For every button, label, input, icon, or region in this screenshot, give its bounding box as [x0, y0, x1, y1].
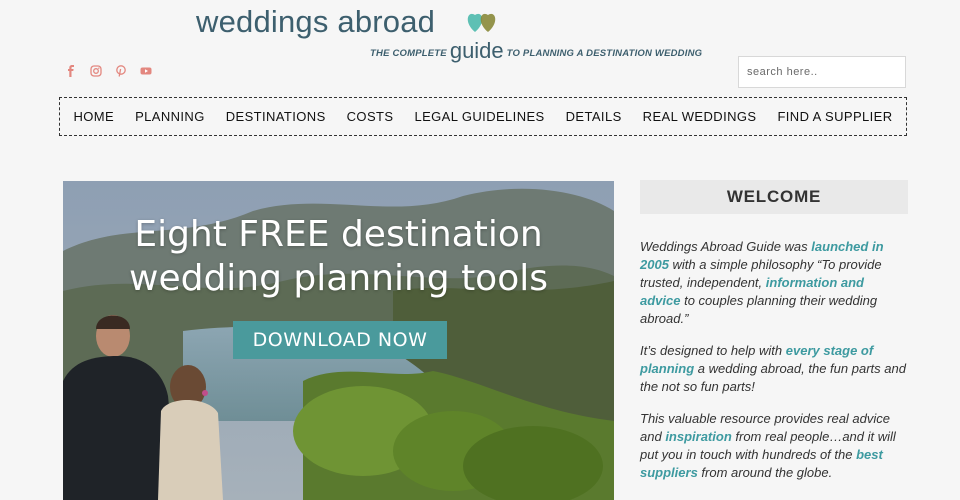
- site-logo[interactable]: weddings abroad THE COMPLETE guide TO PLAN…: [196, 4, 716, 63]
- welcome-heading: WELCOME: [640, 180, 908, 214]
- facebook-icon[interactable]: [64, 64, 78, 78]
- youtube-icon[interactable]: [139, 64, 153, 78]
- welcome-paragraph-3: This valuable resource provides real adv…: [640, 411, 896, 480]
- hero-banner[interactable]: Eight FREE destination wedding planning …: [63, 181, 614, 500]
- hearts-icon: [467, 13, 496, 32]
- nav-item-details[interactable]: DETAILS: [566, 109, 622, 124]
- welcome-paragraph-1: Weddings Abroad Guide was launched in 20…: [640, 239, 884, 326]
- instagram-icon[interactable]: [89, 64, 103, 78]
- main-nav: HOME PLANNING DESTINATIONS COSTS LEGAL G…: [59, 97, 907, 136]
- nav-item-legal-guidelines[interactable]: LEGAL GUIDELINES: [414, 109, 544, 124]
- logo-wordmark: weddings abroad: [196, 4, 436, 39]
- nav-item-costs[interactable]: COSTS: [347, 109, 394, 124]
- nav-item-real-weddings[interactable]: REAL WEDDINGS: [643, 109, 757, 124]
- social-links: [64, 64, 153, 78]
- search-input[interactable]: [738, 56, 906, 88]
- download-now-button[interactable]: DOWNLOAD NOW: [233, 321, 447, 359]
- nav-item-find-a-supplier[interactable]: FIND A SUPPLIER: [777, 109, 892, 124]
- pinterest-icon[interactable]: [114, 64, 128, 78]
- nav-item-home[interactable]: HOME: [73, 109, 114, 124]
- hero-title: Eight FREE destination wedding planning …: [129, 214, 548, 299]
- inspiration-link[interactable]: inspiration: [665, 429, 731, 444]
- logo-tagline: THE COMPLETE guide TO PLANNING A DESTINATI…: [370, 38, 703, 63]
- nav-item-destinations[interactable]: DESTINATIONS: [226, 109, 326, 124]
- welcome-paragraph-2: It’s designed to help with every stage o…: [640, 343, 906, 394]
- welcome-text: Weddings Abroad Guide was launched in 20…: [640, 238, 908, 496]
- nav-item-planning[interactable]: PLANNING: [135, 109, 205, 124]
